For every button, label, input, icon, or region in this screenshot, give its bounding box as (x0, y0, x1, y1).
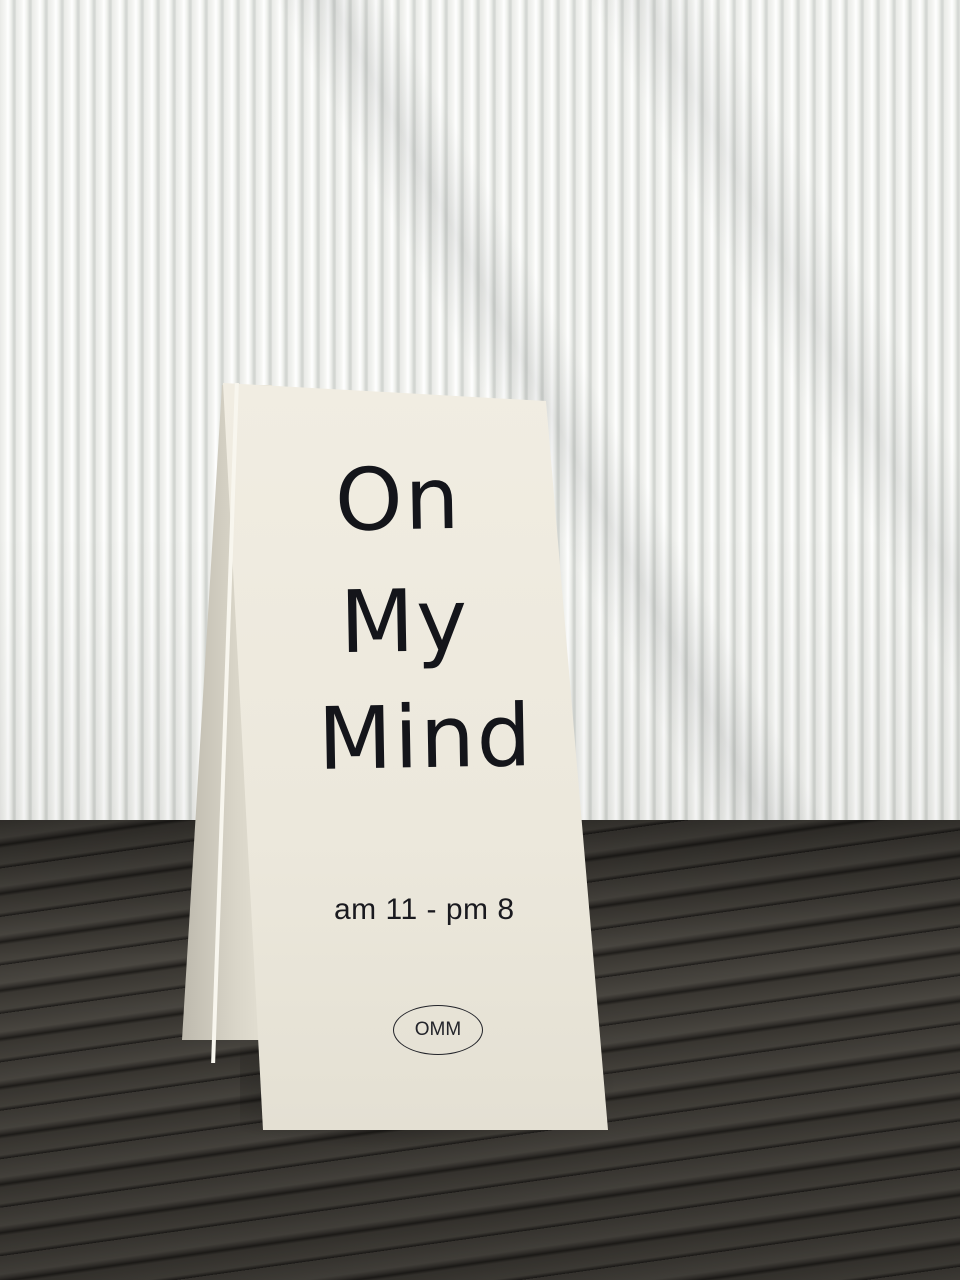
logo-text: OMM (414, 1019, 462, 1040)
sign-title-line-2: My (339, 570, 470, 674)
sign-title-line-1: On (334, 448, 463, 552)
photo-scene: On My Mind am 11 - pm 8 OMM (0, 0, 960, 1280)
sign-title-line-3: Mind (317, 686, 535, 790)
omm-logo: OMM (393, 1005, 483, 1055)
opening-hours: am 11 - pm 8 (334, 893, 515, 926)
